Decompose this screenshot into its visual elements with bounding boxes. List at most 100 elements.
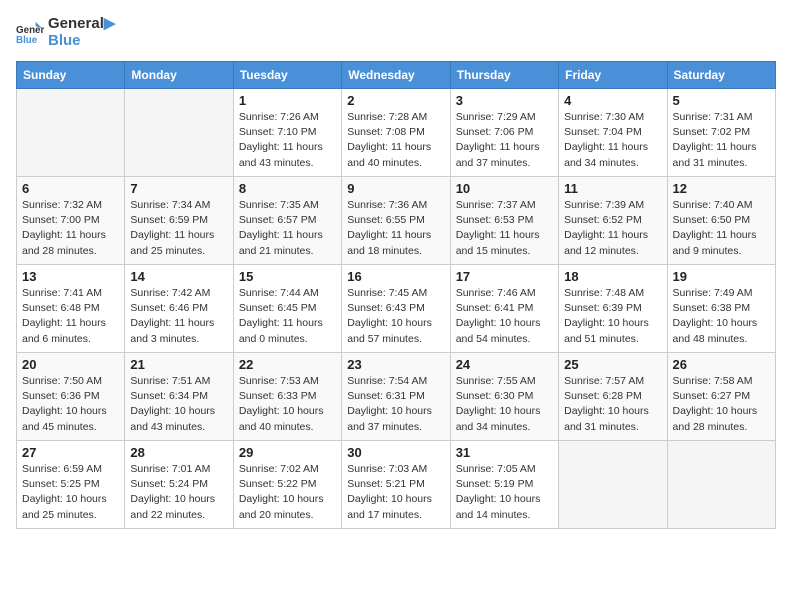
day-info: Sunrise: 7:40 AM Sunset: 6:50 PM Dayligh… [673, 198, 770, 259]
day-number: 3 [456, 93, 553, 108]
day-info: Sunrise: 7:36 AM Sunset: 6:55 PM Dayligh… [347, 198, 444, 259]
day-number: 24 [456, 357, 553, 372]
calendar-cell: 28 Sunrise: 7:01 AM Sunset: 5:24 PM Dayl… [125, 441, 233, 529]
calendar-cell: 26 Sunrise: 7:58 AM Sunset: 6:27 PM Dayl… [667, 353, 775, 441]
day-number: 7 [130, 181, 227, 196]
weekday-header-tuesday: Tuesday [233, 62, 341, 89]
day-info: Sunrise: 7:53 AM Sunset: 6:33 PM Dayligh… [239, 374, 336, 435]
calendar-week-row: 13 Sunrise: 7:41 AM Sunset: 6:48 PM Dayl… [17, 265, 776, 353]
day-info: Sunrise: 7:29 AM Sunset: 7:06 PM Dayligh… [456, 110, 553, 171]
calendar-cell: 7 Sunrise: 7:34 AM Sunset: 6:59 PM Dayli… [125, 177, 233, 265]
calendar-cell: 16 Sunrise: 7:45 AM Sunset: 6:43 PM Dayl… [342, 265, 450, 353]
svg-text:Blue: Blue [16, 34, 38, 45]
day-info: Sunrise: 6:59 AM Sunset: 5:25 PM Dayligh… [22, 462, 119, 523]
calendar-cell: 15 Sunrise: 7:44 AM Sunset: 6:45 PM Dayl… [233, 265, 341, 353]
calendar-cell: 30 Sunrise: 7:03 AM Sunset: 5:21 PM Dayl… [342, 441, 450, 529]
day-number: 19 [673, 269, 770, 284]
calendar-cell: 23 Sunrise: 7:54 AM Sunset: 6:31 PM Dayl… [342, 353, 450, 441]
calendar-cell: 19 Sunrise: 7:49 AM Sunset: 6:38 PM Dayl… [667, 265, 775, 353]
day-info: Sunrise: 7:37 AM Sunset: 6:53 PM Dayligh… [456, 198, 553, 259]
calendar-cell: 21 Sunrise: 7:51 AM Sunset: 6:34 PM Dayl… [125, 353, 233, 441]
calendar-cell: 27 Sunrise: 6:59 AM Sunset: 5:25 PM Dayl… [17, 441, 125, 529]
day-info: Sunrise: 7:51 AM Sunset: 6:34 PM Dayligh… [130, 374, 227, 435]
calendar-week-row: 20 Sunrise: 7:50 AM Sunset: 6:36 PM Dayl… [17, 353, 776, 441]
day-info: Sunrise: 7:35 AM Sunset: 6:57 PM Dayligh… [239, 198, 336, 259]
day-info: Sunrise: 7:55 AM Sunset: 6:30 PM Dayligh… [456, 374, 553, 435]
calendar-cell: 9 Sunrise: 7:36 AM Sunset: 6:55 PM Dayli… [342, 177, 450, 265]
calendar-cell: 4 Sunrise: 7:30 AM Sunset: 7:04 PM Dayli… [559, 89, 667, 177]
day-info: Sunrise: 7:28 AM Sunset: 7:08 PM Dayligh… [347, 110, 444, 171]
calendar-cell [667, 441, 775, 529]
day-number: 31 [456, 445, 553, 460]
day-info: Sunrise: 7:05 AM Sunset: 5:19 PM Dayligh… [456, 462, 553, 523]
calendar-cell: 2 Sunrise: 7:28 AM Sunset: 7:08 PM Dayli… [342, 89, 450, 177]
calendar-cell: 11 Sunrise: 7:39 AM Sunset: 6:52 PM Dayl… [559, 177, 667, 265]
calendar-cell: 25 Sunrise: 7:57 AM Sunset: 6:28 PM Dayl… [559, 353, 667, 441]
calendar-cell: 1 Sunrise: 7:26 AM Sunset: 7:10 PM Dayli… [233, 89, 341, 177]
day-info: Sunrise: 7:26 AM Sunset: 7:10 PM Dayligh… [239, 110, 336, 171]
weekday-header-sunday: Sunday [17, 62, 125, 89]
day-info: Sunrise: 7:02 AM Sunset: 5:22 PM Dayligh… [239, 462, 336, 523]
day-info: Sunrise: 7:49 AM Sunset: 6:38 PM Dayligh… [673, 286, 770, 347]
day-number: 29 [239, 445, 336, 460]
calendar-cell: 12 Sunrise: 7:40 AM Sunset: 6:50 PM Dayl… [667, 177, 775, 265]
calendar-cell: 18 Sunrise: 7:48 AM Sunset: 6:39 PM Dayl… [559, 265, 667, 353]
day-info: Sunrise: 7:48 AM Sunset: 6:39 PM Dayligh… [564, 286, 661, 347]
day-number: 14 [130, 269, 227, 284]
day-number: 9 [347, 181, 444, 196]
logo: General Blue General▶ Blue [16, 16, 115, 49]
weekday-header-friday: Friday [559, 62, 667, 89]
logo-line2: Blue [48, 33, 115, 50]
weekday-header-monday: Monday [125, 62, 233, 89]
day-info: Sunrise: 7:34 AM Sunset: 6:59 PM Dayligh… [130, 198, 227, 259]
calendar-cell [125, 89, 233, 177]
day-info: Sunrise: 7:41 AM Sunset: 6:48 PM Dayligh… [22, 286, 119, 347]
calendar-cell: 29 Sunrise: 7:02 AM Sunset: 5:22 PM Dayl… [233, 441, 341, 529]
logo-icon: General Blue [16, 19, 44, 47]
weekday-header-wednesday: Wednesday [342, 62, 450, 89]
day-number: 25 [564, 357, 661, 372]
day-number: 28 [130, 445, 227, 460]
weekday-header-thursday: Thursday [450, 62, 558, 89]
day-number: 17 [456, 269, 553, 284]
calendar-cell: 20 Sunrise: 7:50 AM Sunset: 6:36 PM Dayl… [17, 353, 125, 441]
day-info: Sunrise: 7:31 AM Sunset: 7:02 PM Dayligh… [673, 110, 770, 171]
day-number: 12 [673, 181, 770, 196]
day-info: Sunrise: 7:57 AM Sunset: 6:28 PM Dayligh… [564, 374, 661, 435]
day-number: 1 [239, 93, 336, 108]
day-number: 18 [564, 269, 661, 284]
calendar-cell [559, 441, 667, 529]
day-number: 8 [239, 181, 336, 196]
day-info: Sunrise: 7:44 AM Sunset: 6:45 PM Dayligh… [239, 286, 336, 347]
day-info: Sunrise: 7:58 AM Sunset: 6:27 PM Dayligh… [673, 374, 770, 435]
calendar-cell: 6 Sunrise: 7:32 AM Sunset: 7:00 PM Dayli… [17, 177, 125, 265]
day-info: Sunrise: 7:32 AM Sunset: 7:00 PM Dayligh… [22, 198, 119, 259]
calendar-cell: 5 Sunrise: 7:31 AM Sunset: 7:02 PM Dayli… [667, 89, 775, 177]
day-info: Sunrise: 7:46 AM Sunset: 6:41 PM Dayligh… [456, 286, 553, 347]
calendar-cell: 13 Sunrise: 7:41 AM Sunset: 6:48 PM Dayl… [17, 265, 125, 353]
day-info: Sunrise: 7:50 AM Sunset: 6:36 PM Dayligh… [22, 374, 119, 435]
day-info: Sunrise: 7:03 AM Sunset: 5:21 PM Dayligh… [347, 462, 444, 523]
day-number: 26 [673, 357, 770, 372]
weekday-header-row: SundayMondayTuesdayWednesdayThursdayFrid… [17, 62, 776, 89]
day-info: Sunrise: 7:01 AM Sunset: 5:24 PM Dayligh… [130, 462, 227, 523]
calendar-cell: 8 Sunrise: 7:35 AM Sunset: 6:57 PM Dayli… [233, 177, 341, 265]
calendar-week-row: 6 Sunrise: 7:32 AM Sunset: 7:00 PM Dayli… [17, 177, 776, 265]
day-number: 5 [673, 93, 770, 108]
calendar-cell [17, 89, 125, 177]
calendar-cell: 31 Sunrise: 7:05 AM Sunset: 5:19 PM Dayl… [450, 441, 558, 529]
calendar-cell: 17 Sunrise: 7:46 AM Sunset: 6:41 PM Dayl… [450, 265, 558, 353]
weekday-header-saturday: Saturday [667, 62, 775, 89]
day-number: 23 [347, 357, 444, 372]
day-number: 22 [239, 357, 336, 372]
calendar-week-row: 27 Sunrise: 6:59 AM Sunset: 5:25 PM Dayl… [17, 441, 776, 529]
calendar-cell: 14 Sunrise: 7:42 AM Sunset: 6:46 PM Dayl… [125, 265, 233, 353]
calendar-cell: 24 Sunrise: 7:55 AM Sunset: 6:30 PM Dayl… [450, 353, 558, 441]
day-info: Sunrise: 7:42 AM Sunset: 6:46 PM Dayligh… [130, 286, 227, 347]
day-number: 2 [347, 93, 444, 108]
day-number: 30 [347, 445, 444, 460]
day-info: Sunrise: 7:39 AM Sunset: 6:52 PM Dayligh… [564, 198, 661, 259]
calendar-table: SundayMondayTuesdayWednesdayThursdayFrid… [16, 61, 776, 529]
day-number: 6 [22, 181, 119, 196]
day-number: 15 [239, 269, 336, 284]
